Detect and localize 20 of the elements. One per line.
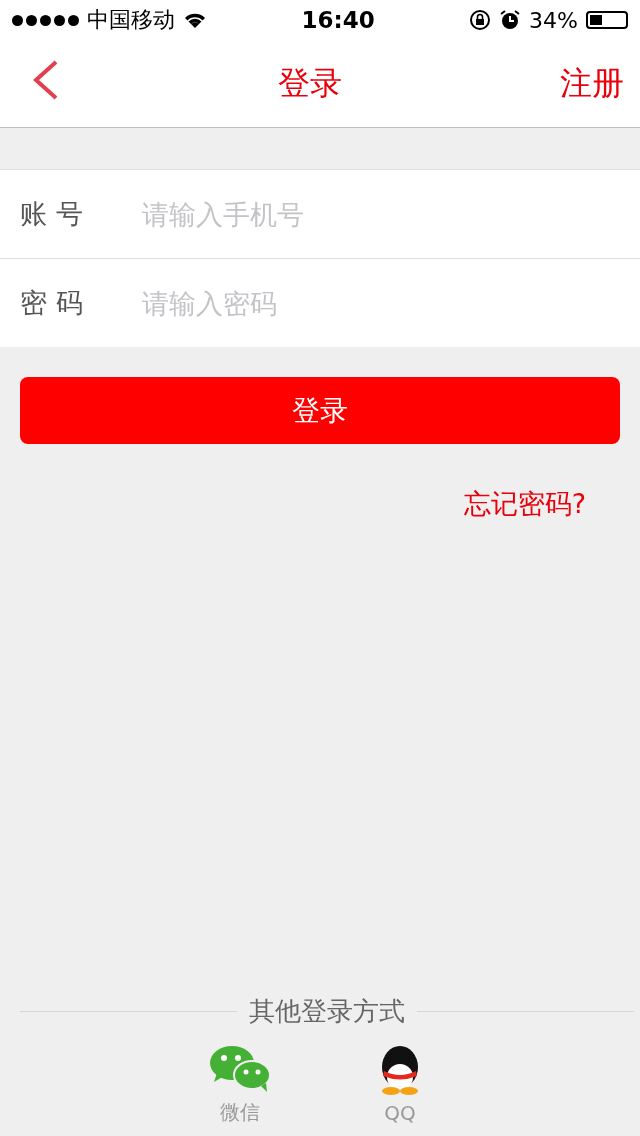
page-title: 登录 <box>277 62 343 104</box>
carrier-name: 中国移动 <box>87 6 175 34</box>
alarm-icon <box>499 9 522 31</box>
chat-bubbles-icon[interactable] <box>209 1045 271 1093</box>
forgot-password-link[interactable]: 忘记密码? <box>463 486 586 522</box>
battery-percent: 34% <box>529 7 578 33</box>
login-button[interactable]: 登录 <box>20 377 620 444</box>
option-label: QQ <box>384 1101 416 1125</box>
signal-icon <box>12 14 79 26</box>
field-label: 账 号 <box>20 197 84 231</box>
wifi-icon <box>183 11 207 29</box>
register-button[interactable]: 注册 <box>560 61 624 106</box>
clock-time: 16:40 <box>300 7 376 33</box>
rotation-lock-icon <box>469 9 492 31</box>
field-label: 密 码 <box>20 286 84 320</box>
battery-icon <box>586 11 628 29</box>
section-title: 其他登录方式 <box>249 995 405 1028</box>
input-field[interactable]: 请输入手机号 <box>140 197 640 231</box>
input-field[interactable]: 请输入密码 <box>140 286 640 320</box>
option-label: 微信 <box>220 1099 260 1126</box>
